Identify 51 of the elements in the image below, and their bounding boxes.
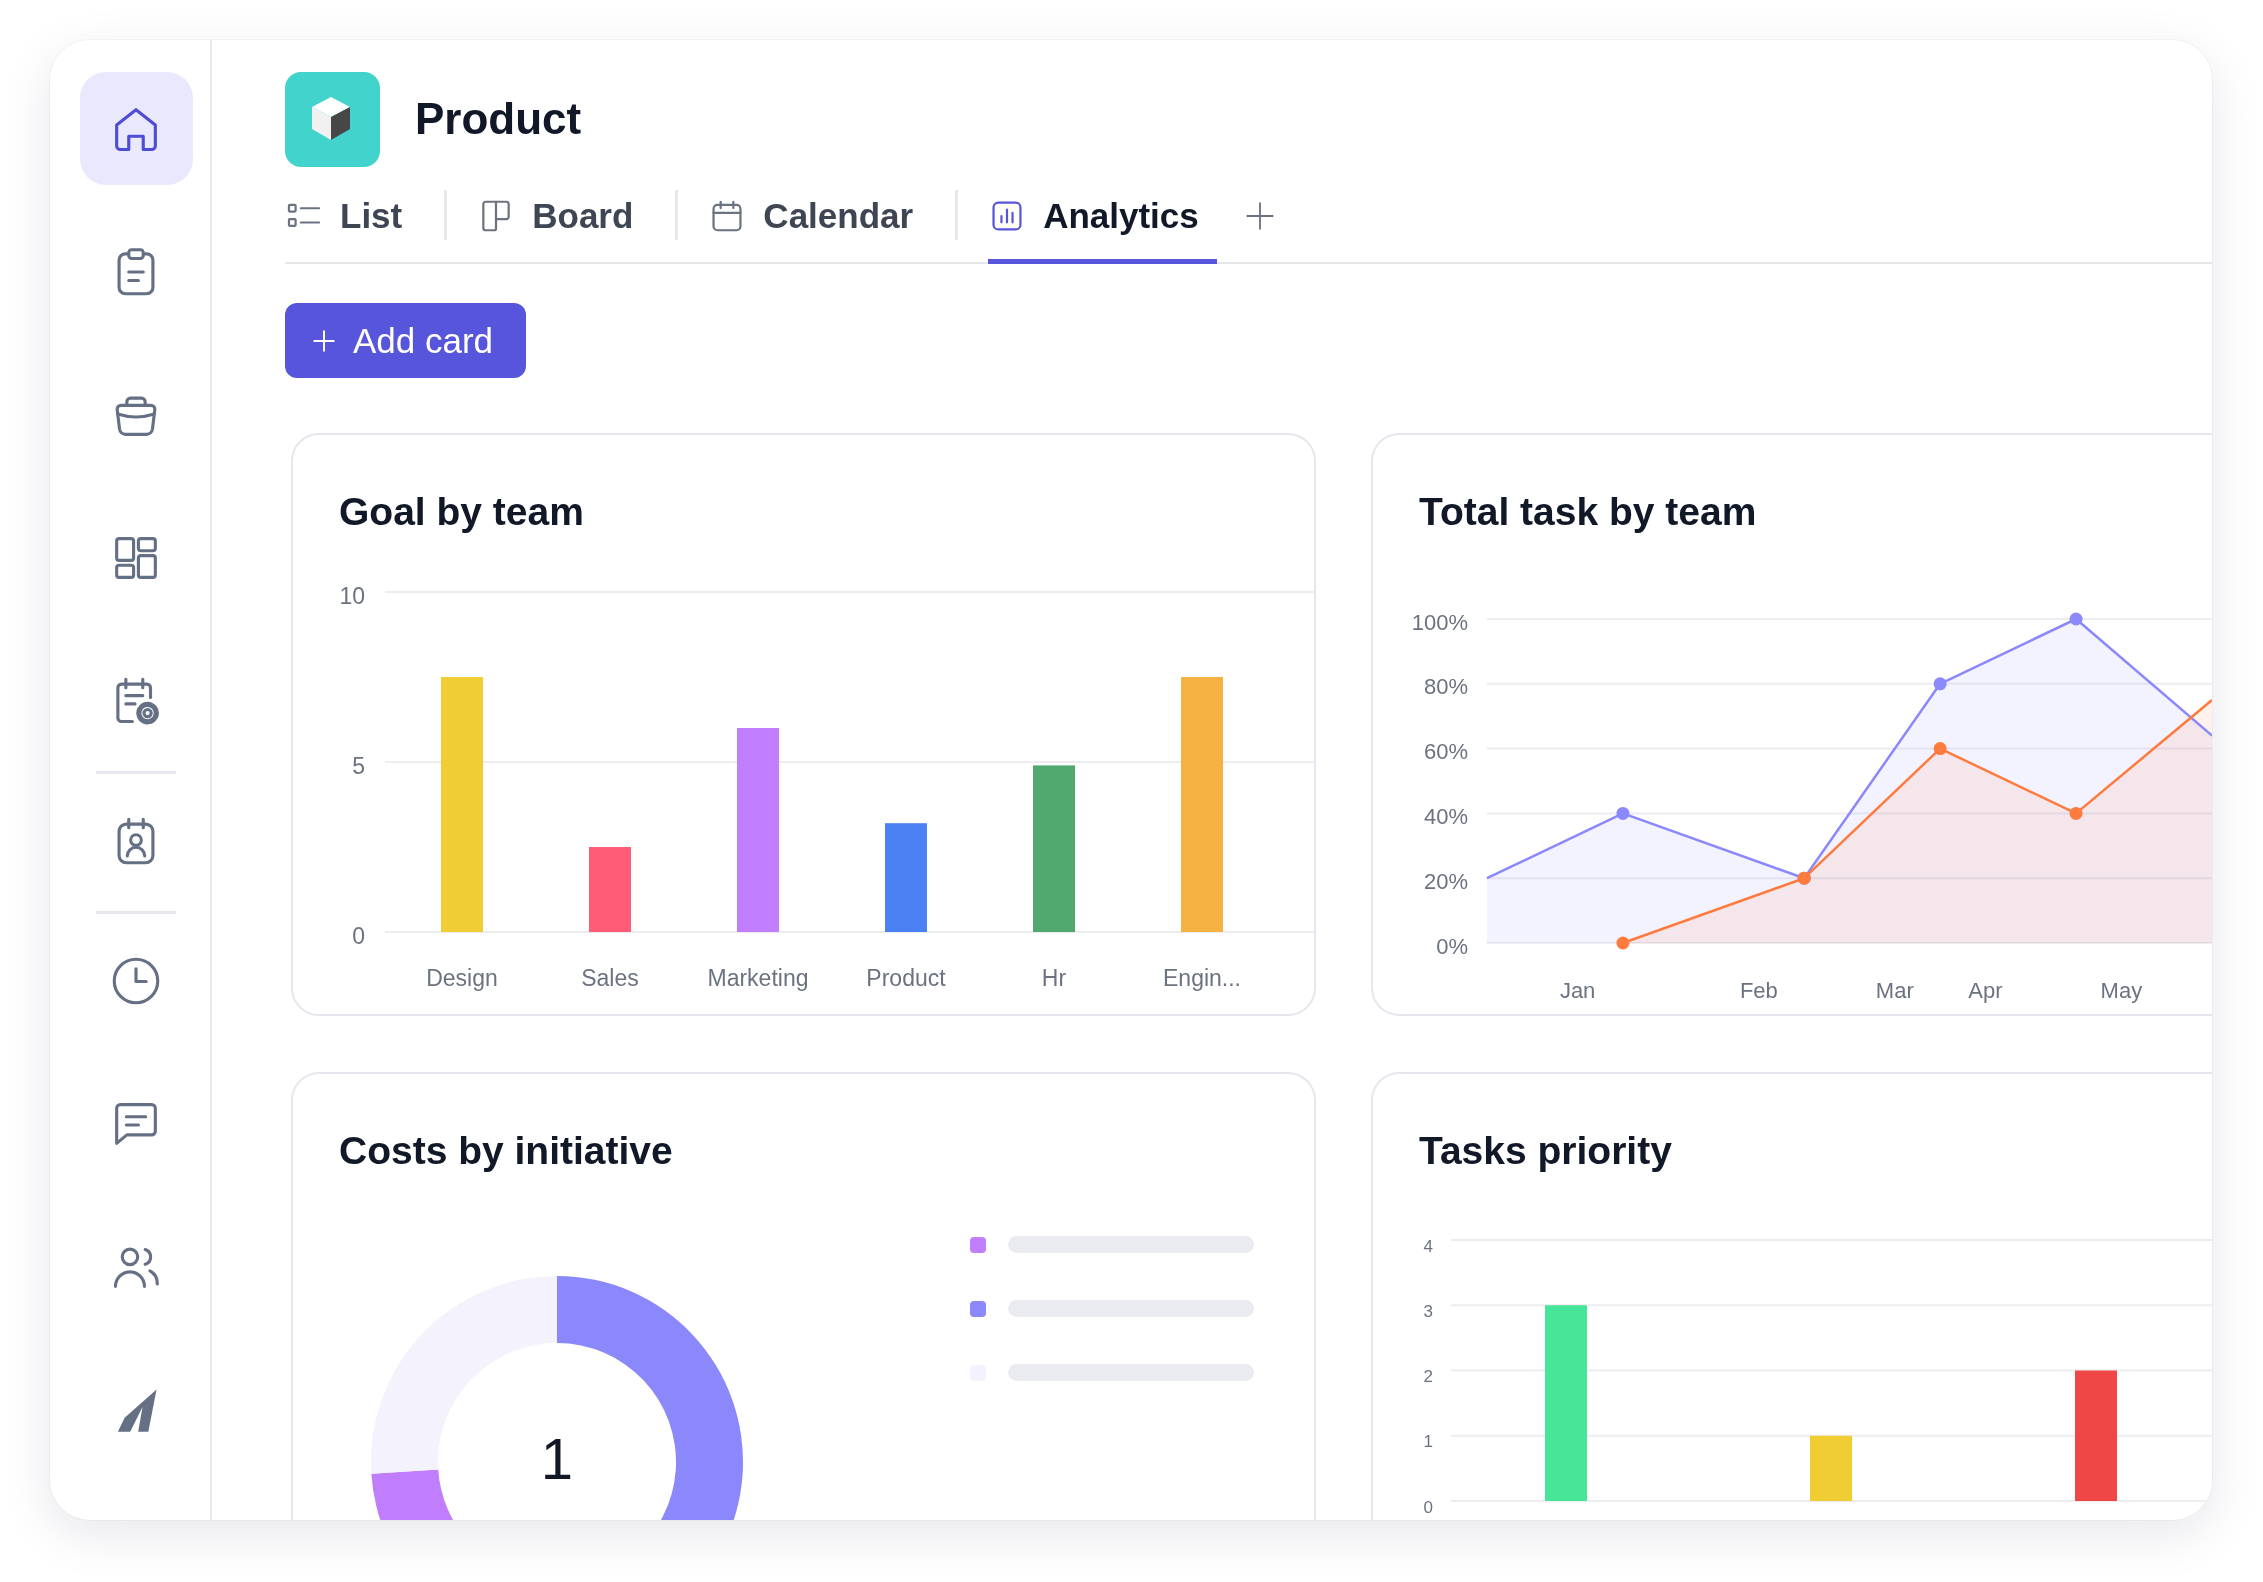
axis-label: 2 bbox=[1423, 1367, 1433, 1386]
axis-label: Engin... bbox=[1163, 965, 1241, 991]
axis-label: 20% bbox=[1423, 868, 1468, 894]
axis-label: 0 bbox=[1423, 1497, 1433, 1517]
plus-icon bbox=[311, 327, 337, 354]
bar bbox=[1033, 765, 1075, 932]
axis-label: Feb bbox=[1739, 977, 1778, 1003]
axis-label: Mar bbox=[1875, 977, 1914, 1003]
point bbox=[1616, 936, 1630, 950]
axis-label: Jan bbox=[1559, 977, 1596, 1003]
tab[interactable]: List bbox=[285, 180, 421, 264]
point bbox=[2069, 806, 2083, 820]
axis-label: Sales bbox=[581, 965, 639, 991]
tab[interactable]: Board bbox=[477, 180, 652, 264]
axis-label: 40% bbox=[1423, 803, 1468, 829]
axis-label: May bbox=[2100, 977, 2143, 1003]
axis-label: 1 bbox=[1423, 1432, 1433, 1452]
bar bbox=[885, 823, 927, 932]
axis-label: Design bbox=[426, 965, 498, 991]
axis-label: 0% bbox=[1436, 933, 1468, 959]
axis-label: 5 bbox=[352, 753, 365, 779]
cube-icon bbox=[285, 72, 380, 167]
tab[interactable]: Analytics bbox=[988, 180, 1217, 264]
point bbox=[1933, 677, 1947, 691]
point bbox=[2069, 612, 2083, 626]
card-title: Goal by team bbox=[339, 489, 585, 535]
axis-label: Marketing bbox=[707, 965, 809, 991]
tab[interactable]: Calendar bbox=[708, 180, 932, 264]
bar bbox=[441, 677, 483, 932]
axis-label: Hr bbox=[1041, 965, 1067, 991]
axis-label: 0 bbox=[352, 923, 365, 949]
bar bbox=[1181, 677, 1223, 932]
axis-label: 60% bbox=[1423, 739, 1468, 765]
bar bbox=[737, 728, 779, 932]
bar bbox=[589, 847, 631, 932]
project-title: Product bbox=[415, 93, 582, 146]
point bbox=[1933, 742, 1947, 756]
add-card-button[interactable]: Add card bbox=[285, 303, 527, 378]
axis-label: Product bbox=[866, 965, 946, 991]
axis-label: 10 bbox=[339, 583, 365, 609]
card-title: Costs by initiative bbox=[339, 1128, 674, 1174]
axis-label: 100% bbox=[1411, 609, 1468, 635]
axis-label: 4 bbox=[1423, 1236, 1433, 1256]
nav-button[interactable] bbox=[79, 72, 193, 185]
axis-label: Apr bbox=[1968, 977, 2003, 1003]
donut-center-value: 1 bbox=[540, 1425, 574, 1491]
card-title: Total task by team bbox=[1419, 489, 1758, 535]
card-title: Tasks priority bbox=[1419, 1128, 1673, 1174]
point bbox=[1616, 806, 1630, 820]
axis-label: 3 bbox=[1423, 1301, 1433, 1321]
axis-label: 80% bbox=[1423, 674, 1468, 700]
